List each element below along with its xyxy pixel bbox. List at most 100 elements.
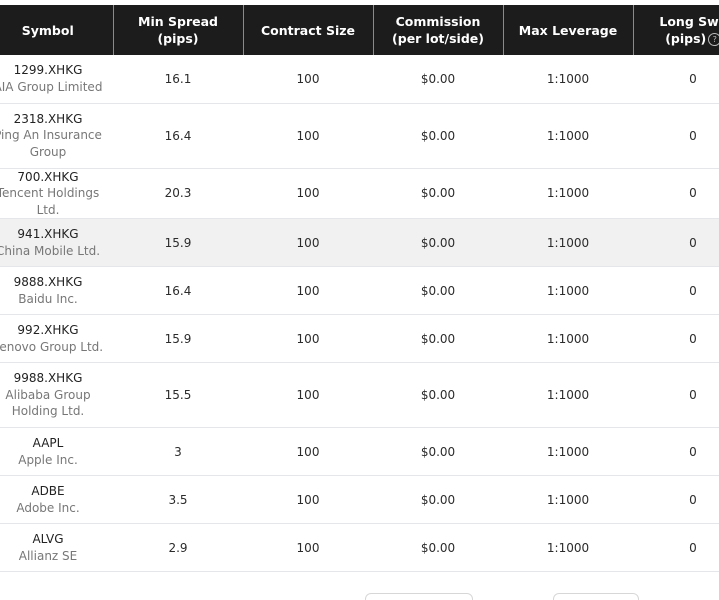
table-viewport[interactable]: Symbol Min Spread (pips) Contract Size C… bbox=[0, 5, 719, 575]
cell-commission: $0.00 bbox=[373, 103, 503, 169]
header-max-leverage: Max Leverage bbox=[503, 5, 634, 55]
cell-commission: $0.00 bbox=[373, 427, 503, 476]
symbol-code: 2318.XHKG bbox=[13, 111, 83, 126]
table-row[interactable]: AAPL Apple Inc. 3 100 $0.00 1:1000 0 bbox=[0, 427, 719, 476]
symbol-code: 1299.XHKG bbox=[13, 63, 83, 78]
cell-min-spread: 16.4 bbox=[113, 266, 243, 315]
cell-commission: $0.00 bbox=[373, 266, 503, 315]
header-max-leverage-label: Max Leverage bbox=[518, 22, 618, 38]
header-contract-size-label: Contract Size bbox=[260, 22, 355, 38]
cell-symbol: 700.XHKG Tencent Holdings Ltd. bbox=[0, 168, 113, 219]
cell-commission: $0.00 bbox=[373, 168, 503, 219]
cell-symbol: 9988.XHKG Alibaba Group Holding Ltd. bbox=[0, 362, 113, 428]
table-row[interactable]: 9888.XHKG Baidu Inc. 16.4 100 $0.00 1:1000 0 bbox=[0, 266, 719, 315]
cell-contract-size: 100 bbox=[243, 266, 373, 315]
header-symbol: Symbol bbox=[0, 5, 114, 55]
cell-long-swap: 0 bbox=[633, 427, 719, 476]
cell-min-spread: 15.9 bbox=[113, 218, 243, 267]
cell-max-leverage: 1:1000 bbox=[503, 55, 633, 104]
cell-max-leverage: 1:1000 bbox=[503, 362, 633, 428]
table-row[interactable]: 9988.XHKG Alibaba Group Holding Ltd. 15.5 1… bbox=[0, 362, 719, 428]
header-min-spread-unit: (pips) bbox=[157, 31, 199, 46]
header-commission-label: Commission bbox=[395, 14, 481, 29]
header-commission: Commission (per lot/side) bbox=[373, 5, 504, 55]
pagination-button-previous[interactable] bbox=[365, 593, 473, 600]
cell-long-swap: 0 bbox=[633, 103, 719, 169]
cell-symbol: 941.XHKG China Mobile Ltd. bbox=[0, 218, 113, 267]
cell-max-leverage: 1:1000 bbox=[503, 218, 633, 267]
cell-commission: $0.00 bbox=[373, 314, 503, 363]
cell-min-spread: 3 bbox=[113, 427, 243, 476]
cell-symbol: 9888.XHKG Baidu Inc. bbox=[0, 266, 113, 315]
cell-min-spread: 3.5 bbox=[113, 475, 243, 524]
table-row[interactable]: 2318.XHKG Ping An Insurance Group 16.4 100 $… bbox=[0, 103, 719, 169]
symbol-code: 9888.XHKG bbox=[13, 275, 83, 289]
header-contract-size: Contract Size bbox=[243, 5, 374, 55]
symbol-code: AAPL bbox=[32, 436, 64, 450]
cell-symbol: 992.XHKG Lenovo Group Ltd. bbox=[0, 314, 113, 363]
table-header-row: Symbol Min Spread (pips) Contract Size C… bbox=[0, 5, 719, 55]
header-long-swap-label: Long Swa bbox=[659, 14, 719, 29]
cell-contract-size: 100 bbox=[243, 103, 373, 169]
symbol-code: 700.XHKG bbox=[17, 169, 79, 184]
symbol-name: AIA Group Limited bbox=[0, 79, 103, 94]
table-row[interactable]: 992.XHKG Lenovo Group Ltd. 15.9 100 $0.00 1:1… bbox=[0, 314, 719, 363]
symbol-name: Adobe Inc. bbox=[16, 500, 80, 515]
cell-contract-size: 100 bbox=[243, 55, 373, 104]
cell-commission: $0.00 bbox=[373, 475, 503, 524]
symbol-code: ADBE bbox=[31, 484, 65, 498]
cell-min-spread: 15.5 bbox=[113, 362, 243, 428]
cell-long-swap: 0 bbox=[633, 266, 719, 315]
cell-long-swap: 0 bbox=[633, 218, 719, 267]
cell-long-swap: 0 bbox=[633, 523, 719, 572]
table-row[interactable]: 941.XHKG China Mobile Ltd. 15.9 100 $0.00 1:1… bbox=[0, 218, 719, 267]
help-icon[interactable]: ? bbox=[708, 33, 719, 46]
cell-max-leverage: 1:1000 bbox=[503, 427, 633, 476]
symbol-name: Lenovo Group Ltd. bbox=[0, 339, 104, 354]
symbol-code: 941.XHKG bbox=[17, 227, 79, 241]
symbol-name: China Mobile Ltd. bbox=[0, 243, 101, 258]
cell-min-spread: 2.9 bbox=[113, 523, 243, 572]
header-long-swap-unit: (pips) bbox=[665, 31, 707, 46]
header-long-swap: Long Swa (pips)? bbox=[633, 5, 719, 55]
cell-min-spread: 20.3 bbox=[113, 168, 243, 219]
header-symbol-label: Symbol bbox=[21, 22, 74, 38]
cell-long-swap: 0 bbox=[633, 362, 719, 428]
cell-max-leverage: 1:1000 bbox=[503, 168, 633, 219]
instrument-table-panel: Symbol Min Spread (pips) Contract Size C… bbox=[0, 0, 719, 600]
header-commission-unit: (per lot/side) bbox=[392, 31, 484, 46]
instrument-table: Symbol Min Spread (pips) Contract Size C… bbox=[0, 5, 719, 572]
cell-commission: $0.00 bbox=[373, 523, 503, 572]
header-min-spread-label: Min Spread bbox=[138, 14, 218, 29]
symbol-name: Apple Inc. bbox=[18, 452, 78, 467]
cell-long-swap: 0 bbox=[633, 314, 719, 363]
cell-commission: $0.00 bbox=[373, 218, 503, 267]
pagination-button-next[interactable] bbox=[553, 593, 639, 600]
cell-contract-size: 100 bbox=[243, 362, 373, 428]
cell-symbol: ALVG Allianz SE bbox=[0, 523, 113, 572]
symbol-name: Ping An Insurance Group bbox=[0, 128, 102, 159]
cell-max-leverage: 1:1000 bbox=[503, 314, 633, 363]
cell-symbol: ADBE Adobe Inc. bbox=[0, 475, 113, 524]
cell-min-spread: 15.9 bbox=[113, 314, 243, 363]
table-row[interactable]: ADBE Adobe Inc. 3.5 100 $0.00 1:1000 0 bbox=[0, 475, 719, 524]
symbol-code: 9988.XHKG bbox=[13, 371, 83, 386]
table-row[interactable]: 1299.XHKG AIA Group Limited 16.1 100 $0.00 1:… bbox=[0, 55, 719, 104]
cell-max-leverage: 1:1000 bbox=[503, 103, 633, 169]
cell-long-swap: 0 bbox=[633, 475, 719, 524]
symbol-code: 992.XHKG bbox=[17, 323, 79, 337]
header-min-spread: Min Spread (pips) bbox=[113, 5, 244, 55]
cell-long-swap: 0 bbox=[633, 168, 719, 219]
symbol-name: Baidu Inc. bbox=[18, 291, 78, 306]
table-row[interactable]: 700.XHKG Tencent Holdings Ltd. 20.3 100 $0.0… bbox=[0, 168, 719, 219]
cell-contract-size: 100 bbox=[243, 523, 373, 572]
cell-max-leverage: 1:1000 bbox=[503, 266, 633, 315]
symbol-name: Tencent Holdings Ltd. bbox=[0, 186, 100, 217]
cell-long-swap: 0 bbox=[633, 55, 719, 104]
cell-commission: $0.00 bbox=[373, 362, 503, 428]
cell-symbol: 2318.XHKG Ping An Insurance Group bbox=[0, 103, 113, 169]
table-row[interactable]: ALVG Allianz SE 2.9 100 $0.00 1:1000 0 bbox=[0, 523, 719, 572]
cell-contract-size: 100 bbox=[243, 427, 373, 476]
cell-contract-size: 100 bbox=[243, 168, 373, 219]
cell-commission: $0.00 bbox=[373, 55, 503, 104]
